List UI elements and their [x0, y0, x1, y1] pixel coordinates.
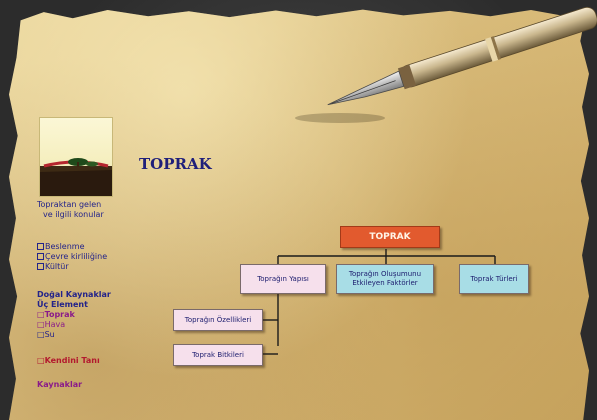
sidebar-intro-link[interactable]: Topraktan gelen [37, 200, 137, 210]
sidebar-intro-link-2[interactable]: ve ilgili konular [43, 210, 137, 220]
site-logo[interactable] [39, 117, 113, 197]
sidebar-nav: Topraktan gelen ve ilgili konular Beslen… [37, 200, 137, 390]
sidebar-section-title: Doğal Kaynaklar [37, 290, 111, 299]
sidebar-extra-link[interactable]: □Kendini Tanı [37, 356, 137, 366]
diagram-node-plants[interactable]: Toprak Bitkileri [173, 344, 263, 366]
sidebar-bottom-link[interactable]: Kaynaklar [37, 380, 137, 390]
sidebar-item-2[interactable]: Kültür [37, 262, 137, 272]
sidebar-item-0[interactable]: Beslenme [37, 242, 137, 252]
concept-diagram: TOPRAK Toprağın Yapısı Toprağın Oluşumun… [170, 226, 540, 376]
fountain-pen-illustration [295, 6, 597, 123]
sidebar-extra-label: Kendini Tanı [44, 356, 100, 365]
checkbox-icon [37, 263, 44, 270]
sidebar-link-label: Toprak [44, 310, 75, 319]
sidebar-link-label: Su [44, 330, 55, 339]
sidebar-item-label: Çevre kirliliğine [45, 252, 108, 261]
diagram-node-types[interactable]: Toprak Türleri [459, 264, 529, 294]
sidebar-link-label: Hava [44, 320, 66, 329]
page-title: TOPRAK [139, 155, 212, 173]
sidebar-link-toprak[interactable]: □Toprak [37, 310, 137, 320]
sidebar-item-label: Kültür [45, 262, 69, 271]
checkbox-icon [37, 243, 44, 250]
sidebar-section-subtitle: Üç Element [37, 300, 88, 309]
sidebar-item-label: Beslenme [45, 242, 85, 251]
sidebar-item-1[interactable]: Çevre kirliliğine [37, 252, 137, 262]
checkbox-icon [37, 253, 44, 260]
diagram-node-properties[interactable]: Toprağın Özellikleri [173, 309, 263, 331]
diagram-node-root[interactable]: TOPRAK [340, 226, 440, 248]
sidebar-link-su[interactable]: □Su [37, 330, 137, 340]
diagram-node-factors[interactable]: Toprağın Oluşumunu Etkileyen Faktörler [336, 264, 434, 294]
diagram-node-structure[interactable]: Toprağın Yapısı [240, 264, 326, 294]
sidebar-link-hava[interactable]: □Hava [37, 320, 137, 330]
landscape-icon [40, 158, 112, 196]
